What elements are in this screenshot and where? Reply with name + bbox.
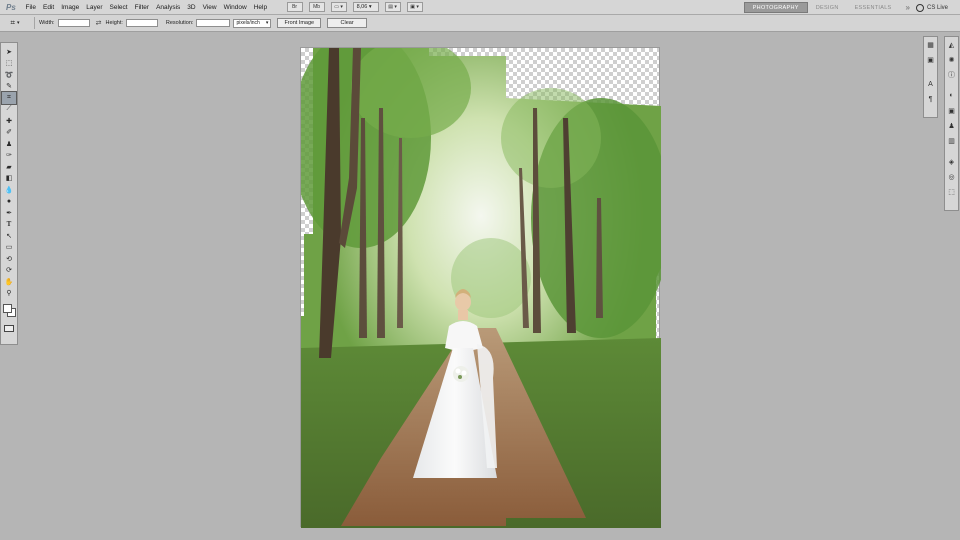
clone-stamp-icon[interactable]: ♟: [2, 138, 16, 150]
application-bar: Br Mb ▭ ▾ 8,06 ▾ ▤ ▾ ▣ ▾: [286, 2, 423, 12]
view-extras-button[interactable]: ▭ ▾: [330, 2, 347, 12]
options-bar: ⌗ ▾ Width: ⇄ Height: Resolution: pixels/i…: [0, 15, 960, 32]
menu-bar: Ps File Edit Image Layer Select Filter A…: [0, 0, 960, 15]
menu-3d[interactable]: 3D: [184, 4, 199, 11]
adjustments-panel-icon[interactable]: ◐: [946, 88, 957, 103]
menu-view[interactable]: View: [199, 4, 220, 11]
hand-icon[interactable]: ✋: [2, 276, 16, 288]
actions-panel-icon[interactable]: ▣: [925, 52, 936, 67]
resolution-field[interactable]: [196, 19, 231, 27]
paths-panel-icon[interactable]: ⬚: [946, 184, 957, 199]
workspace-switcher: PHOTOGRAPHY DESIGN ESSENTIALS » CS Live: [743, 0, 960, 15]
resolution-label: Resolution:: [165, 20, 194, 26]
lasso-icon[interactable]: ➰: [2, 69, 16, 81]
menu-select[interactable]: Select: [106, 4, 131, 11]
pen-icon[interactable]: ✒: [2, 207, 16, 219]
eraser-icon[interactable]: ▰: [2, 161, 16, 173]
menu-help[interactable]: Help: [250, 4, 270, 11]
menu-image[interactable]: Image: [58, 4, 83, 11]
chevron-down-icon: ▾: [265, 20, 269, 26]
menu-analysis[interactable]: Analysis: [153, 4, 184, 11]
character-panel-icon[interactable]: A: [925, 77, 936, 92]
menu-window[interactable]: Window: [220, 4, 250, 11]
workspace-photography[interactable]: PHOTOGRAPHY: [743, 2, 808, 13]
3d-orbit-icon[interactable]: ⟳: [2, 265, 16, 277]
document-canvas[interactable]: [300, 47, 661, 528]
resolution-units-value: pixels/inch: [236, 20, 260, 26]
clone-source-panel-icon[interactable]: ♟: [946, 118, 957, 133]
dodge-icon[interactable]: ●: [2, 196, 16, 208]
photoshop-logo: Ps: [6, 2, 16, 12]
tools-panel: ➤ ⬚ ➰ ✎ ⌗ ⟋ ✚ ✐ ♟ ✑ ▰ ◧ 💧 ● ✒ T ↖ ▭ ⟲ ⟳ …: [0, 42, 18, 345]
3d-rotate-icon[interactable]: ⟲: [2, 253, 16, 265]
move-icon[interactable]: ➤: [2, 46, 16, 58]
cs-live-icon: [915, 3, 924, 12]
launch-mini-bridge-button[interactable]: Mb: [308, 2, 325, 12]
panel-dock: ▦ ▣ A ¶ ◭ ✺ ⓘ ◐ ▣ ♟ ▥ ◈ ◎ ⬚: [923, 36, 960, 211]
menu-edit[interactable]: Edit: [39, 4, 57, 11]
resolution-units-select[interactable]: pixels/inch ▾: [233, 18, 272, 28]
quick-mask-icon[interactable]: [4, 325, 14, 332]
navigator-panel-icon[interactable]: ✺: [946, 52, 957, 67]
blur-icon[interactable]: 💧: [2, 184, 16, 196]
gradient-icon[interactable]: ◧: [2, 173, 16, 185]
type-icon[interactable]: T: [2, 219, 16, 231]
marquee-icon[interactable]: ⬚: [2, 58, 16, 70]
workspace-design[interactable]: DESIGN: [808, 2, 847, 13]
width-label: Width:: [39, 20, 55, 26]
styles-panel-icon[interactable]: ▥: [946, 133, 957, 148]
arrange-documents-button[interactable]: ▤ ▾: [384, 2, 401, 12]
info-panel-icon[interactable]: ⓘ: [946, 67, 957, 82]
panel-dock-column-1: ▦ ▣ A ¶: [923, 36, 938, 118]
tool-preset-picker[interactable]: ⌗ ▾: [4, 18, 26, 28]
cs-live-button[interactable]: CS Live: [915, 3, 948, 12]
brush-icon[interactable]: ✐: [2, 127, 16, 139]
swap-dimensions-icon[interactable]: ⇄: [96, 19, 102, 27]
channels-panel-icon[interactable]: ◎: [946, 169, 957, 184]
panel-dock-column-2: ◭ ✺ ⓘ ◐ ▣ ♟ ▥ ◈ ◎ ⬚: [944, 36, 959, 211]
eyedropper-icon[interactable]: ⟋: [2, 104, 16, 116]
menu-filter[interactable]: Filter: [131, 4, 152, 11]
path-select-icon[interactable]: ↖: [2, 230, 16, 242]
width-field[interactable]: [57, 19, 90, 27]
height-field[interactable]: [125, 19, 158, 27]
crop-icon[interactable]: ⌗: [1, 91, 17, 105]
divider: [34, 17, 35, 29]
zoom-level-value: 8,06: [356, 4, 368, 10]
wedding-photo-layer: [301, 48, 661, 528]
quick-select-icon[interactable]: ✎: [2, 81, 16, 93]
more-workspaces-icon[interactable]: »: [900, 3, 916, 12]
history-panel-icon[interactable]: ▦: [925, 37, 936, 52]
menu-list: File Edit Image Layer Select Filter Anal…: [22, 4, 271, 11]
paragraph-panel-icon[interactable]: ¶: [925, 92, 936, 107]
launch-bridge-button[interactable]: Br: [286, 2, 303, 12]
healing-brush-icon[interactable]: ✚: [2, 115, 16, 127]
height-label: Height:: [105, 20, 123, 26]
histogram-panel-icon[interactable]: ◭: [946, 37, 957, 52]
masks-panel-icon[interactable]: ▣: [946, 103, 957, 118]
history-brush-icon[interactable]: ✑: [2, 150, 16, 162]
menu-file[interactable]: File: [22, 4, 39, 11]
menu-layer[interactable]: Layer: [83, 4, 106, 11]
color-swatches[interactable]: [2, 303, 16, 319]
chevron-down-icon: ▾: [17, 20, 20, 26]
front-image-button[interactable]: Front Image: [277, 18, 322, 28]
foreground-color-swatch[interactable]: [3, 304, 12, 313]
shape-icon[interactable]: ▭: [2, 242, 16, 254]
cs-live-label: CS Live: [926, 4, 948, 11]
workspace-essentials[interactable]: ESSENTIALS: [847, 2, 900, 13]
clear-button[interactable]: Clear: [327, 18, 368, 28]
zoom-level-field[interactable]: 8,06 ▾: [352, 2, 379, 12]
layers-panel-icon[interactable]: ◈: [946, 154, 957, 169]
zoom-icon[interactable]: ⚲: [2, 288, 16, 300]
screen-mode-button[interactable]: ▣ ▾: [406, 2, 423, 12]
crop-icon: ⌗: [10, 18, 15, 27]
